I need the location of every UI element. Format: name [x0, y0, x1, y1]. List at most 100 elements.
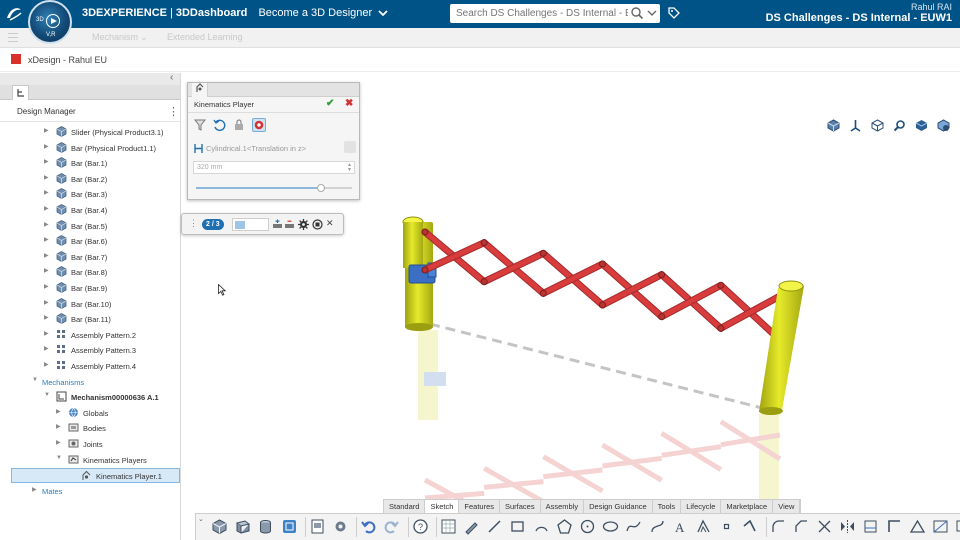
- tree-item[interactable]: ▼ Mechanisms: [0, 375, 180, 390]
- expand-arrow-icon[interactable]: ▶: [56, 408, 61, 415]
- joint-value-field[interactable]: ▲▼: [193, 161, 355, 174]
- search-input[interactable]: [450, 4, 628, 23]
- kinematics-tab-icon[interactable]: [192, 83, 208, 97]
- polygon-icon[interactable]: [556, 518, 573, 535]
- tree-item[interactable]: ▶ Slider (Physical Product3.1): [0, 125, 180, 140]
- cancel-x-icon[interactable]: ✖: [345, 98, 353, 109]
- collapse-arrow-icon[interactable]: ▼: [32, 377, 38, 383]
- tree-item[interactable]: ▶ Joints: [0, 437, 180, 452]
- trim-icon[interactable]: [816, 518, 833, 535]
- tree-item[interactable]: ▶ Bar (Bar.3): [0, 187, 180, 202]
- joint-lock-icon[interactable]: [344, 141, 356, 153]
- display-options-icon[interactable]: [937, 119, 950, 132]
- dashboard-name[interactable]: 3DDashboard: [176, 7, 248, 19]
- expand-arrow-icon[interactable]: ▶: [44, 174, 49, 181]
- collapse-panel-icon[interactable]: ‹: [170, 72, 173, 83]
- chamfer-icon[interactable]: [793, 518, 810, 535]
- collapse-arrow-icon[interactable]: ▼: [56, 455, 62, 461]
- tree-item[interactable]: ▶ Bar (Bar.1): [0, 156, 180, 171]
- offset-icon[interactable]: [695, 518, 712, 535]
- expand-arrow-icon[interactable]: ▶: [44, 283, 49, 290]
- spline-icon[interactable]: [625, 518, 642, 535]
- close-icon[interactable]: ✕: [326, 218, 334, 229]
- settings-gear-icon[interactable]: [298, 219, 309, 230]
- expand-arrow-icon[interactable]: ▶: [56, 423, 61, 430]
- tree-item[interactable]: ▶ Bar (Bar.5): [0, 219, 180, 234]
- hamburger-menu-icon[interactable]: [8, 33, 18, 42]
- tree-item[interactable]: ▶ Bar (Bar.11): [0, 312, 180, 327]
- grid-sketch-icon[interactable]: [440, 518, 457, 535]
- gear-settings-icon[interactable]: [332, 518, 349, 535]
- constraint-icon[interactable]: [909, 518, 926, 535]
- linkage-bar[interactable]: [481, 250, 546, 285]
- lock-joint-icon[interactable]: [232, 118, 246, 132]
- chevron-down-icon[interactable]: [378, 9, 388, 17]
- joint-selector[interactable]: Cylindrical.1<Translation in z>: [206, 144, 306, 153]
- curve-icon[interactable]: [649, 518, 666, 535]
- more-options-icon[interactable]: ⋮: [168, 105, 179, 118]
- arc-icon[interactable]: [533, 518, 550, 535]
- tab-chevron-icon[interactable]: ⌄: [140, 32, 148, 43]
- ok-check-icon[interactable]: ✔: [326, 98, 334, 109]
- tab-mechanism[interactable]: Mechanism: [92, 32, 138, 42]
- linkage-bar[interactable]: [660, 431, 723, 472]
- sketch-exit-icon[interactable]: [955, 518, 960, 535]
- expand-arrow-icon[interactable]: ▶: [32, 486, 37, 493]
- delete-step-icon[interactable]: [284, 219, 295, 230]
- linkage-bar[interactable]: [659, 282, 724, 320]
- expand-arrow-icon[interactable]: ▶: [44, 361, 49, 368]
- linkage-bar[interactable]: [718, 293, 783, 331]
- expand-arrow-icon[interactable]: ▶: [44, 330, 49, 337]
- player-options-icon[interactable]: [312, 219, 323, 230]
- cylinder-icon[interactable]: [257, 518, 274, 535]
- tree-item[interactable]: ▶ Bodies: [0, 421, 180, 436]
- tree-item[interactable]: Kinematics Player.1: [11, 468, 180, 484]
- tree-tab-icon[interactable]: [12, 85, 29, 100]
- slider-handle[interactable]: [316, 184, 325, 192]
- expand-arrow-icon[interactable]: ▶: [44, 236, 49, 243]
- project-icon[interactable]: [862, 518, 879, 535]
- step-field[interactable]: [232, 218, 269, 231]
- user-name[interactable]: Rahul RAI: [911, 2, 952, 12]
- expand-arrow-icon[interactable]: ▶: [44, 158, 49, 165]
- expand-arrow-icon[interactable]: ▶: [44, 189, 49, 196]
- expand-arrow-icon[interactable]: ▶: [44, 345, 49, 352]
- point-icon[interactable]: [718, 518, 735, 535]
- drag-handle-icon[interactable]: ⋮: [189, 218, 198, 229]
- ds-logo-icon[interactable]: [4, 4, 24, 24]
- help-icon[interactable]: ?: [412, 518, 429, 535]
- expand-arrow-icon[interactable]: ▶: [44, 221, 49, 228]
- step-counter-badge[interactable]: 2 / 3: [202, 219, 224, 230]
- expand-arrow-icon[interactable]: ▶: [44, 143, 49, 150]
- expand-arrow-icon[interactable]: ▶: [44, 205, 49, 212]
- redo-icon[interactable]: [383, 518, 400, 535]
- tree-item[interactable]: ▶ Bar (Bar.7): [0, 250, 180, 265]
- tree-item[interactable]: ▶ Bar (Bar.6): [0, 234, 180, 249]
- pattern-tool-icon[interactable]: [281, 518, 298, 535]
- collapse-arrow-icon[interactable]: ▼: [44, 392, 50, 398]
- tab-view[interactable]: View: [773, 500, 801, 513]
- record-tool[interactable]: [252, 118, 266, 132]
- tab-sketch[interactable]: Sketch: [425, 500, 460, 513]
- tree-item[interactable]: ▶ Bar (Physical Product1.1): [0, 141, 180, 156]
- cube-icon[interactable]: [211, 518, 228, 535]
- play-icon[interactable]: [46, 14, 60, 28]
- convert-icon[interactable]: [886, 518, 903, 535]
- tree-item[interactable]: ▶ Assembly Pattern.2: [0, 328, 180, 343]
- tree-item[interactable]: ▼ Mechanism00000636 A.1: [0, 390, 180, 405]
- text-icon[interactable]: A: [672, 518, 689, 535]
- ellipse-icon[interactable]: [602, 518, 619, 535]
- tab-assembly[interactable]: Assembly: [541, 500, 585, 513]
- tree-item[interactable]: ▶ Globals: [0, 406, 180, 421]
- add-step-icon[interactable]: [272, 219, 283, 230]
- reset-icon[interactable]: [212, 118, 226, 132]
- rectangle-icon[interactable]: [509, 518, 526, 535]
- tab-standard[interactable]: Standard: [384, 500, 426, 513]
- dimension-icon[interactable]: [932, 518, 949, 535]
- drawing-icon[interactable]: [309, 518, 326, 535]
- view-cube-icon[interactable]: [827, 119, 840, 132]
- tree-item[interactable]: ▶ Bar (Bar.2): [0, 172, 180, 187]
- tab-features[interactable]: Features: [459, 500, 500, 513]
- filter-icon[interactable]: [193, 118, 207, 132]
- expand-arrow-icon[interactable]: ▶: [44, 314, 49, 321]
